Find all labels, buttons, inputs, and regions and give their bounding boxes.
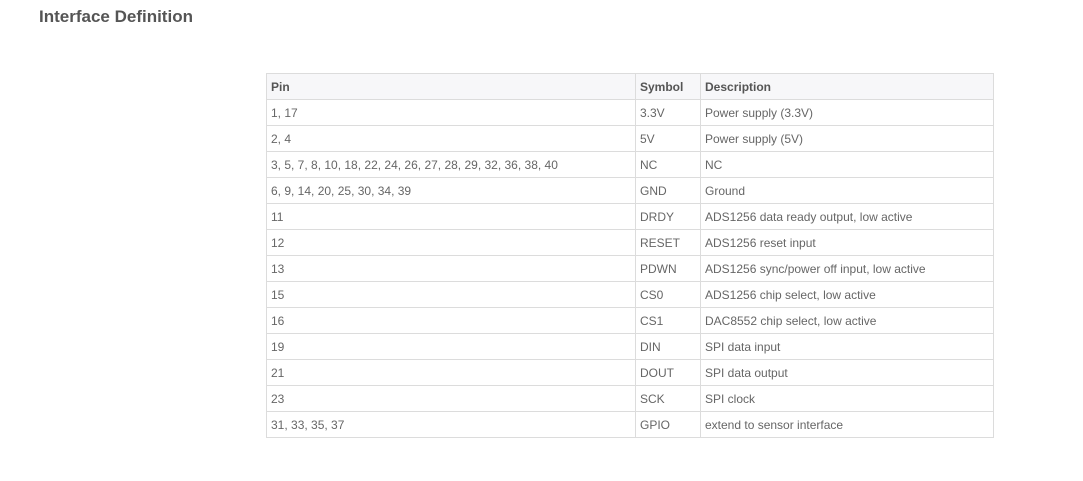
cell-description: SPI data output xyxy=(700,359,994,386)
cell-description: ADS1256 reset input xyxy=(700,229,994,256)
cell-description: Power supply (3.3V) xyxy=(700,99,994,126)
table-row: 21 DOUT SPI data output xyxy=(266,359,994,386)
cell-symbol: CS1 xyxy=(635,307,701,334)
cell-description: ADS1256 sync/power off input, low active xyxy=(700,255,994,282)
cell-description: Ground xyxy=(700,177,994,204)
cell-description: SPI data input xyxy=(700,333,994,360)
cell-pin: 11 xyxy=(266,203,636,230)
cell-pin: 1, 17 xyxy=(266,99,636,126)
cell-pin: 15 xyxy=(266,281,636,308)
table-row: 6, 9, 14, 20, 25, 30, 34, 39 GND Ground xyxy=(266,177,994,204)
cell-pin: 12 xyxy=(266,229,636,256)
cell-pin: 13 xyxy=(266,255,636,282)
table-row: 19 DIN SPI data input xyxy=(266,333,994,360)
cell-symbol: DRDY xyxy=(635,203,701,230)
header-description: Description xyxy=(700,73,994,100)
interface-table: Pin Symbol Description 1, 17 3.3V Power su… xyxy=(266,73,994,438)
cell-symbol: SCK xyxy=(635,385,701,412)
cell-symbol: GPIO xyxy=(635,411,701,438)
table-row: 23 SCK SPI clock xyxy=(266,385,994,412)
cell-pin: 6, 9, 14, 20, 25, 30, 34, 39 xyxy=(266,177,636,204)
table-row: 12 RESET ADS1256 reset input xyxy=(266,229,994,256)
cell-symbol: DOUT xyxy=(635,359,701,386)
cell-description: DAC8552 chip select, low active xyxy=(700,307,994,334)
header-pin: Pin xyxy=(266,73,636,100)
cell-symbol: 3.3V xyxy=(635,99,701,126)
table-row: 31, 33, 35, 37 GPIO extend to sensor inter… xyxy=(266,411,994,438)
cell-pin: 23 xyxy=(266,385,636,412)
cell-pin: 21 xyxy=(266,359,636,386)
table-row: 1, 17 3.3V Power supply (3.3V) xyxy=(266,99,994,126)
table-header-row: Pin Symbol Description xyxy=(266,73,994,100)
cell-pin: 16 xyxy=(266,307,636,334)
table-row: 13 PDWN ADS1256 sync/power off input, low … xyxy=(266,255,994,282)
table-row: 2, 4 5V Power supply (5V) xyxy=(266,125,994,152)
cell-symbol: RESET xyxy=(635,229,701,256)
cell-symbol: CS0 xyxy=(635,281,701,308)
table-row: 11 DRDY ADS1256 data ready output, low act… xyxy=(266,203,994,230)
cell-symbol: NC xyxy=(635,151,701,178)
section-title: Interface Definition xyxy=(39,7,193,26)
cell-symbol: 5V xyxy=(635,125,701,152)
cell-description: extend to sensor interface xyxy=(700,411,994,438)
cell-pin: 31, 33, 35, 37 xyxy=(266,411,636,438)
cell-description: NC xyxy=(700,151,994,178)
cell-description: ADS1256 chip select, low active xyxy=(700,281,994,308)
cell-description: SPI clock xyxy=(700,385,994,412)
cell-symbol: DIN xyxy=(635,333,701,360)
header-symbol: Symbol xyxy=(635,73,701,100)
cell-description: ADS1256 data ready output, low active xyxy=(700,203,994,230)
cell-symbol: PDWN xyxy=(635,255,701,282)
cell-description: Power supply (5V) xyxy=(700,125,994,152)
table-row: 15 CS0 ADS1256 chip select, low active xyxy=(266,281,994,308)
cell-pin: 19 xyxy=(266,333,636,360)
cell-pin: 3, 5, 7, 8, 10, 18, 22, 24, 26, 27, 28, … xyxy=(266,151,636,178)
table-row: 3, 5, 7, 8, 10, 18, 22, 24, 26, 27, 28, … xyxy=(266,151,994,178)
cell-symbol: GND xyxy=(635,177,701,204)
cell-pin: 2, 4 xyxy=(266,125,636,152)
table-row: 16 CS1 DAC8552 chip select, low active xyxy=(266,307,994,334)
